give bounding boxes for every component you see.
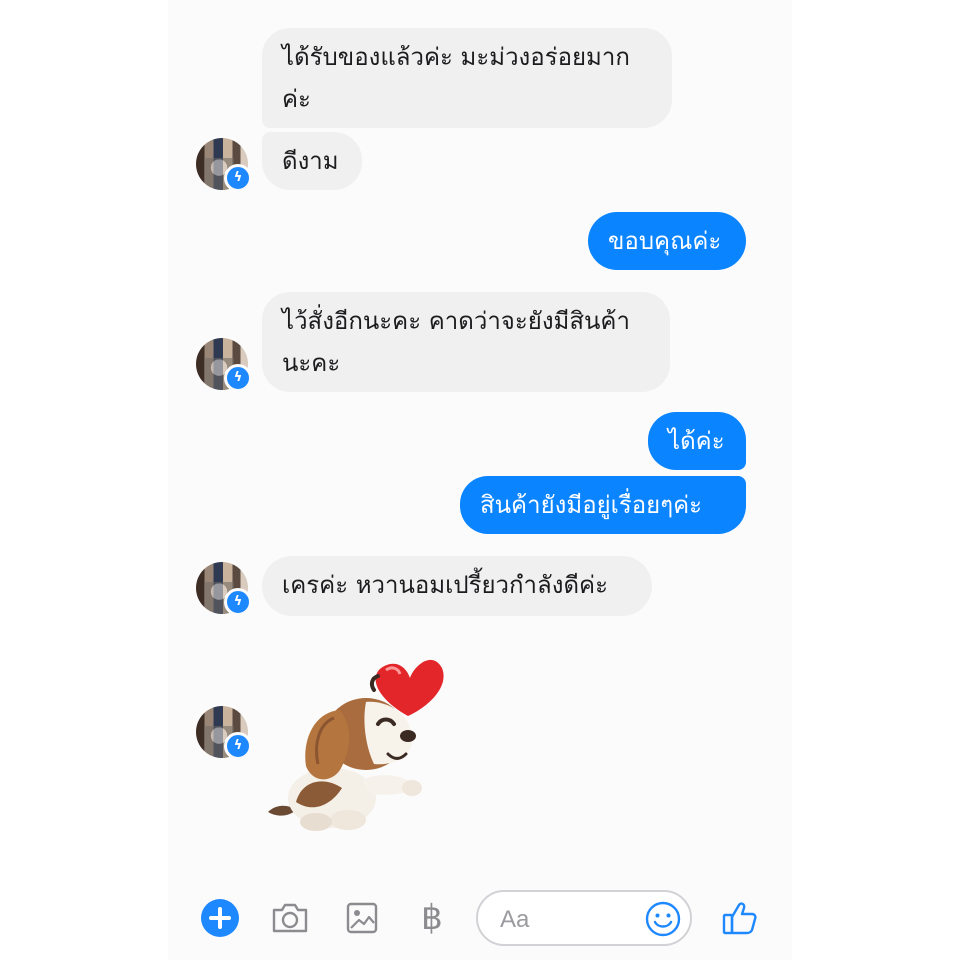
dog-heart-sticker[interactable] <box>262 648 452 838</box>
avatar[interactable] <box>196 138 252 192</box>
message-text: ได้รับของแล้วค่ะ มะม่วงอร่อยมาก <box>282 43 630 71</box>
like-button[interactable] <box>718 894 762 942</box>
message-text: ได้ค่ะ <box>668 427 725 455</box>
messenger-badge-icon <box>224 588 252 616</box>
message-text: ค่ะ <box>282 85 311 113</box>
emoji-icon[interactable] <box>644 900 682 938</box>
avatar[interactable] <box>196 706 252 760</box>
message-incoming: ได้รับของแล้วค่ะ มะม่วงอร่อยมาก ค่ะ <box>262 28 672 128</box>
message-outgoing: สินค้ายังมีอยู่เรื่อยๆค่ะ <box>460 476 746 534</box>
message-outgoing: ได้ค่ะ <box>648 412 746 470</box>
avatar[interactable] <box>196 562 252 616</box>
camera-button[interactable] <box>268 894 312 942</box>
gallery-button[interactable] <box>340 894 384 942</box>
plus-icon <box>201 899 239 937</box>
messenger-badge-icon <box>224 732 252 760</box>
messenger-badge-icon <box>224 164 252 192</box>
plus-button[interactable] <box>198 894 242 942</box>
message-text: สินค้ายังมีอยู่เรื่อยๆค่ะ <box>480 491 703 519</box>
image-icon <box>346 902 378 934</box>
message-text: เครค่ะ หวานอมเปรี้ยวกำลังดีค่ะ <box>282 571 608 599</box>
messenger-badge-icon <box>224 364 252 392</box>
message-incoming: เครค่ะ หวานอมเปรี้ยวกำลังดีค่ะ <box>262 556 652 616</box>
payment-button[interactable]: ฿ <box>410 894 454 942</box>
message-input[interactable] <box>498 902 632 938</box>
camera-icon <box>272 903 308 933</box>
message-text: ขอบคุณค่ะ <box>608 227 722 255</box>
message-text: ไว้สั่งอีกนะคะ คาดว่าจะยังมีสินค้า <box>282 307 630 335</box>
message-incoming: ดีงาม <box>262 132 362 190</box>
avatar[interactable] <box>196 338 252 392</box>
thumbs-up-icon <box>722 902 757 935</box>
message-text: ดีงาม <box>282 147 339 175</box>
message-incoming: ไว้สั่งอีกนะคะ คาดว่าจะยังมีสินค้า นะคะ <box>262 292 670 392</box>
message-text: นะคะ <box>282 349 341 377</box>
baht-icon: ฿ <box>421 898 443 938</box>
message-input-container[interactable] <box>476 890 692 946</box>
message-outgoing: ขอบคุณค่ะ <box>588 212 746 270</box>
